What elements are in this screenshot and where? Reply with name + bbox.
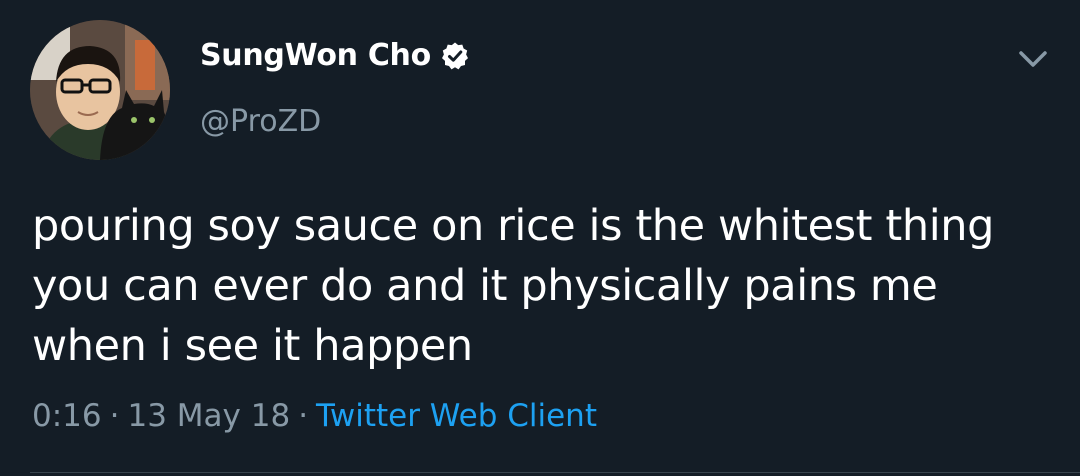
- tweet-text: pouring soy sauce on rice is the whitest…: [32, 201, 994, 371]
- tweet-time[interactable]: 0:16: [32, 398, 102, 434]
- verified-badge-icon: [440, 41, 470, 71]
- tweet-card: SungWon Cho @ProZD pouring soy sauce on …: [0, 0, 1080, 476]
- chevron-down-icon[interactable]: [1018, 48, 1048, 70]
- author-name-row[interactable]: SungWon Cho: [200, 38, 470, 73]
- tweet-date[interactable]: 13 May 18: [127, 398, 290, 434]
- author-display-name[interactable]: SungWon Cho: [200, 38, 431, 73]
- separator-dot: ·: [298, 398, 309, 434]
- avatar-image: [30, 20, 170, 160]
- author-handle[interactable]: @ProZD: [200, 104, 321, 139]
- tweet-metadata: 0:16 · 13 May 18 · Twitter Web Client: [32, 398, 597, 434]
- separator-dot: ·: [109, 398, 120, 434]
- tweet-client-link[interactable]: Twitter Web Client: [316, 398, 597, 434]
- divider: [30, 472, 1080, 473]
- avatar[interactable]: [30, 20, 170, 160]
